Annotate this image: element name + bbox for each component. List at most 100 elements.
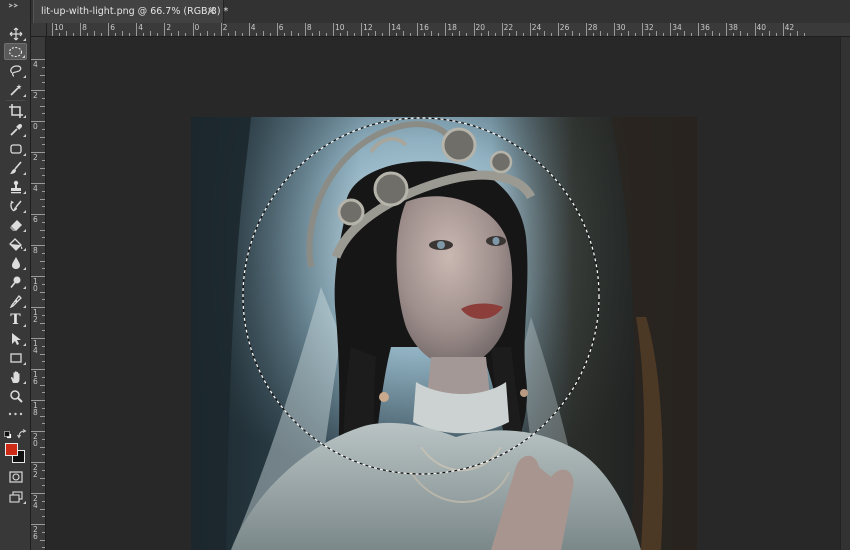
screen-mode-button[interactable] <box>4 488 27 505</box>
document-tab[interactable]: lit-up-with-light.png @ 66.7% (RGB/8) * … <box>33 0 228 23</box>
eyedropper-icon <box>9 123 22 136</box>
ruler-major-tick <box>557 23 559 36</box>
ruler-label: 22 <box>33 463 38 479</box>
ruler-major-tick <box>333 23 334 36</box>
pen-tool-button[interactable] <box>4 292 27 309</box>
ruler-minor-tick <box>42 531 45 533</box>
ruler-minor-tick <box>42 175 45 177</box>
blur-tool-button[interactable] <box>4 254 27 271</box>
ruler-minor-tick <box>684 31 686 36</box>
crop-tool-button[interactable] <box>4 102 27 119</box>
ruler-minor-tick <box>733 33 735 36</box>
lasso-icon <box>9 64 21 77</box>
ruler-label: 26 <box>559 23 570 32</box>
ruler-major-tick <box>304 23 306 36</box>
edit-toolbar-icon[interactable] <box>8 412 23 416</box>
ruler-minor-tick <box>66 31 68 36</box>
dodge-tool-button[interactable] <box>4 273 27 290</box>
ruler-minor-tick <box>40 74 45 76</box>
magic-wand-tool-button[interactable] <box>4 81 27 98</box>
ruler-minor-tick <box>571 31 573 36</box>
frame-tool-button[interactable] <box>4 140 27 157</box>
brush-tool-button[interactable] <box>4 159 27 176</box>
ruler-label: 4 <box>33 60 38 69</box>
ruler-label: 18 <box>447 23 457 32</box>
ruler-major-tick <box>445 23 447 36</box>
ruler-minor-tick <box>42 113 45 115</box>
vertical-ruler[interactable]: 4 2 0 2 4 6 8 10 12 14 16 18 20 22 24 26 <box>31 37 46 550</box>
ruler-minor-tick <box>543 31 545 36</box>
ruler-minor-tick <box>536 33 538 36</box>
ruler-minor-tick <box>375 31 377 36</box>
ruler-major-tick <box>248 23 250 36</box>
stamp-tool-button[interactable] <box>4 178 27 195</box>
quick-mask-button[interactable] <box>4 468 27 485</box>
ruler-label: 6 <box>33 215 38 224</box>
ruler-origin[interactable] <box>31 23 47 37</box>
ruler-minor-tick <box>42 221 45 223</box>
ruler-minor-tick <box>42 361 45 363</box>
ruler-minor-tick <box>42 454 45 456</box>
ruler-minor-tick <box>515 31 517 36</box>
zoom-tool-button[interactable] <box>4 387 27 404</box>
path-select-icon <box>11 332 21 345</box>
document-canvas[interactable] <box>191 117 697 550</box>
ruler-minor-tick <box>340 33 342 36</box>
rectangle-tool-button[interactable] <box>4 349 27 366</box>
close-tab-icon[interactable]: × <box>207 5 216 17</box>
ruler-major-tick <box>754 23 756 36</box>
ruler-minor-tick <box>42 299 45 301</box>
ruler-major-tick <box>389 23 391 36</box>
path-selection-tool-button[interactable] <box>4 330 27 347</box>
ruler-major-tick <box>192 23 194 36</box>
foreground-color-swatch[interactable] <box>5 443 18 456</box>
ruler-minor-tick <box>789 33 791 36</box>
ruler-minor-tick <box>592 33 594 36</box>
dodge-icon <box>9 276 20 288</box>
ruler-label: 22 <box>503 23 514 32</box>
paint-bucket-tool-button[interactable] <box>4 235 27 252</box>
ruler-label: 2 <box>33 153 38 162</box>
brush-icon <box>9 160 22 174</box>
ruler-minor-tick <box>368 33 370 36</box>
ruler-minor-tick <box>206 31 208 36</box>
ruler-minor-tick <box>42 438 45 440</box>
elliptical-marquee-tool-button[interactable] <box>4 43 27 60</box>
hand-tool-button[interactable] <box>4 368 27 385</box>
type-tool-button[interactable]: T <box>4 311 27 328</box>
vertical-scrollbar[interactable] <box>840 37 850 550</box>
ruler-minor-tick <box>40 167 45 169</box>
ruler-minor-tick <box>677 33 679 36</box>
ruler-minor-tick <box>171 33 173 36</box>
ruler-label: 4 <box>138 23 144 32</box>
ruler-label: 18 <box>33 401 38 417</box>
eraser-tool-button[interactable] <box>4 216 27 233</box>
ruler-minor-tick <box>522 33 524 36</box>
ruler-minor-tick <box>42 190 45 192</box>
history-brush-icon <box>9 200 22 212</box>
horizontal-ruler[interactable]: 10 8 6 4 2 0 2 4 6 8 10 12 14 16 18 20 22 24 26 28 30 32 34 36 3… <box>47 23 850 37</box>
zoom-icon <box>9 389 23 403</box>
history-brush-tool-button[interactable] <box>4 197 27 214</box>
move-tool-button[interactable] <box>4 25 27 42</box>
ruler-label: 10 <box>54 23 64 32</box>
panel-grip-icon[interactable] <box>8 3 22 8</box>
ruler-minor-tick <box>40 105 45 107</box>
document-tab-title: lit-up-with-light.png @ 66.7% (RGB/8) * <box>41 6 229 17</box>
ruler-label: 8 <box>33 246 38 255</box>
ruler-minor-tick <box>42 516 45 518</box>
blur-drop-icon <box>11 256 20 269</box>
eyedropper-tool-button[interactable] <box>4 121 27 138</box>
ruler-minor-tick <box>621 33 623 36</box>
ruler-minor-tick <box>227 33 229 36</box>
ruler-minor-tick <box>705 33 707 36</box>
ruler-minor-tick <box>431 31 433 36</box>
lasso-tool-button[interactable] <box>4 62 27 79</box>
default-colors-icon[interactable] <box>4 431 12 439</box>
ruler-label: 30 <box>616 23 626 32</box>
ruler-minor-tick <box>42 268 45 270</box>
ruler-label: 14 <box>391 23 401 32</box>
ruler-minor-tick <box>656 31 658 36</box>
swap-colors-icon[interactable] <box>17 429 27 439</box>
ruler-major-tick <box>782 23 784 36</box>
